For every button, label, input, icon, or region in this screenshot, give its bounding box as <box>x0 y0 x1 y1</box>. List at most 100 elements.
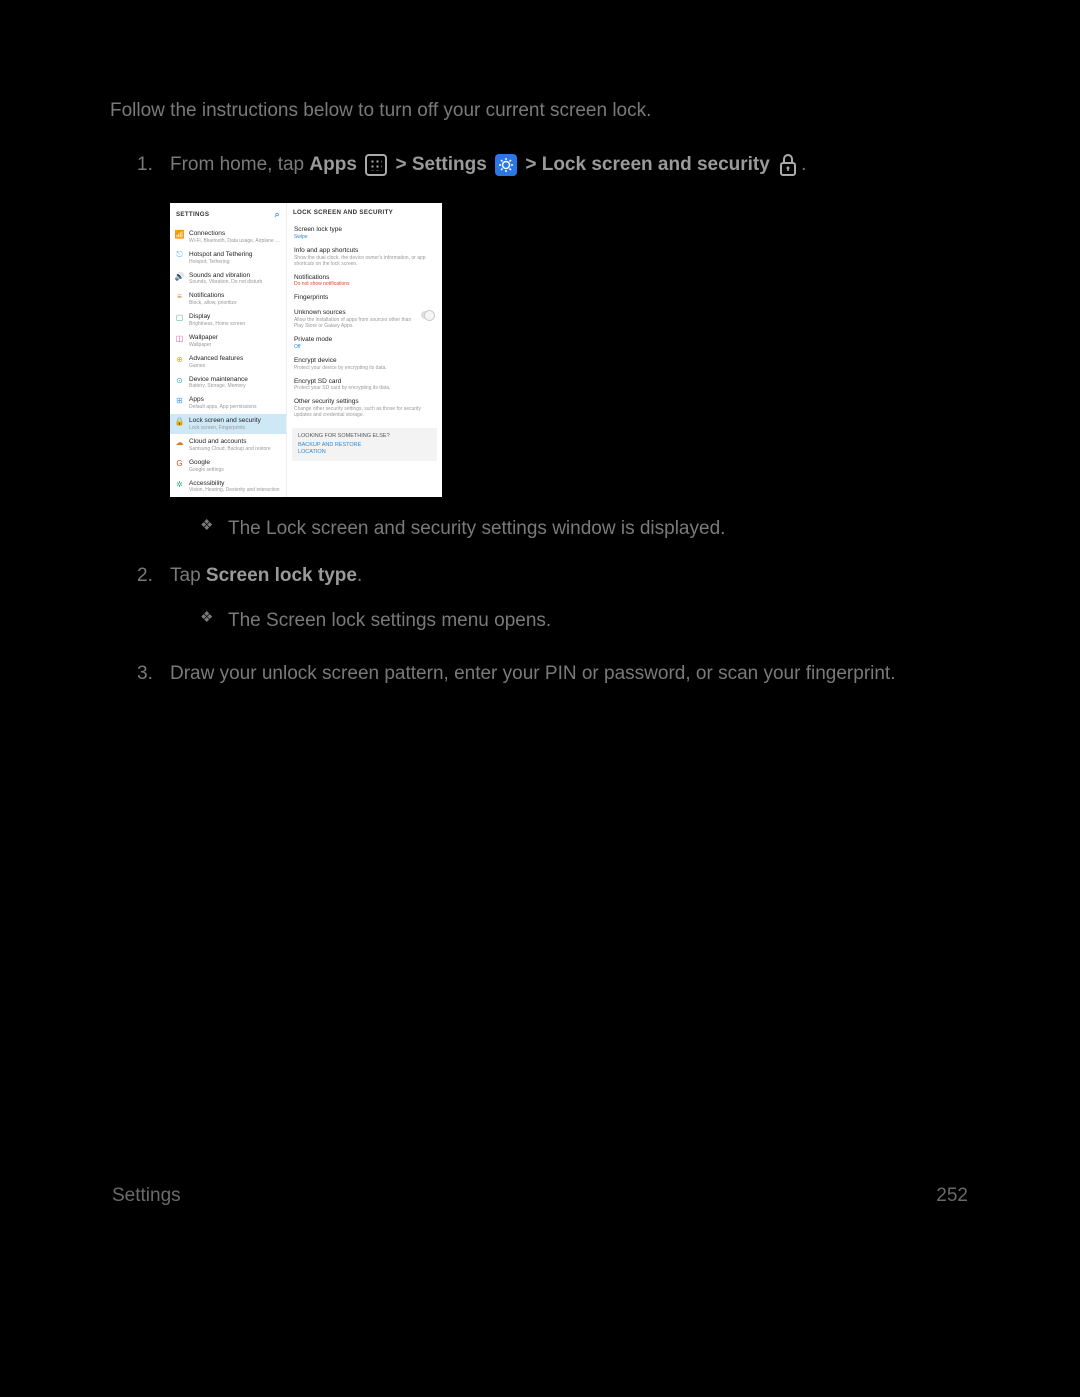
settings-item-sub: Wallpaper <box>189 342 281 348</box>
settings-item-sub: Games <box>189 363 281 369</box>
settings-item-icon: ▢ <box>175 313 184 322</box>
settings-item-icon: ≡ <box>175 292 184 301</box>
settings-item-sub: Wi-Fi, Bluetooth, Data usage, Airplane m… <box>189 238 281 244</box>
lock-icon <box>778 153 798 177</box>
settings-item-title: Notifications <box>189 292 281 300</box>
step1-gt2: > <box>525 154 541 175</box>
bullet-2: The Screen lock settings menu opens. <box>200 607 960 636</box>
settings-header-label: SETTINGS <box>176 211 209 218</box>
settings-item-icon: ⎋ <box>175 251 184 260</box>
page-footer: Settings 252 <box>112 1185 968 1207</box>
security-item: Screen lock typeSwipe <box>287 222 442 243</box>
security-item: Unknown sourcesAllow the installation of… <box>287 306 442 333</box>
security-item-title: Encrypt device <box>294 357 435 365</box>
settings-item-text: Wallpaper Wallpaper <box>189 334 281 348</box>
step2-result: The Screen lock settings menu opens. <box>200 607 960 636</box>
security-item-title: Other security settings <box>294 398 435 406</box>
footer-page-number: 252 <box>936 1185 968 1207</box>
settings-item-icon: ⊙ <box>175 376 184 385</box>
location-link: LOCATION <box>298 449 431 455</box>
page-content: Follow the instructions below to turn of… <box>0 100 960 689</box>
search-icon: ⌕ <box>275 209 280 220</box>
settings-item-title: Wallpaper <box>189 334 281 342</box>
right-header-label: LOCK SCREEN AND SECURITY <box>293 209 393 216</box>
step1-lock: Lock screen and security <box>542 154 770 175</box>
settings-item-sub: Lock screen, Fingerprints <box>189 425 281 431</box>
settings-item-sub: Samsung Cloud, Backup and restore <box>189 446 281 452</box>
settings-item-title: Connections <box>189 230 281 238</box>
settings-item-title: Display <box>189 313 281 321</box>
security-item-title: Info and app shortcuts <box>294 247 435 255</box>
settings-item-text: Sounds and vibration Sounds, Vibration, … <box>189 272 281 286</box>
security-item: Info and app shortcutsShow the dual cloc… <box>287 243 442 270</box>
security-item: Private modeOff <box>287 332 442 353</box>
settings-item-text: Notifications Block, allow, prioritize <box>189 292 281 306</box>
settings-item-icon: ✲ <box>175 480 184 489</box>
settings-item-title: Hotspot and Tethering <box>189 251 281 259</box>
backup-restore-link: BACKUP AND RESTORE <box>298 442 431 448</box>
apps-icon <box>365 154 387 176</box>
settings-item-sub: Default apps, App permissions <box>189 404 281 410</box>
settings-item-title: Sounds and vibration <box>189 272 281 280</box>
settings-item-title: Accessibility <box>189 480 281 488</box>
security-item-title: Encrypt SD card <box>294 378 435 386</box>
settings-item-icon: ⊕ <box>175 355 184 364</box>
bullet-1: The Lock screen and security settings wi… <box>200 515 960 544</box>
security-item: Encrypt SD cardProtect your SD card by e… <box>287 374 442 395</box>
settings-item: 📶 Connections Wi-Fi, Bluetooth, Data usa… <box>170 226 286 247</box>
step1-apps: Apps <box>309 154 357 175</box>
settings-item-text: Device maintenance Battery, Storage, Mem… <box>189 376 281 390</box>
settings-item: 🔊 Sounds and vibration Sounds, Vibration… <box>170 268 286 289</box>
settings-item: ⊞ Apps Default apps, App permissions <box>170 393 286 414</box>
security-item-title: Private mode <box>294 336 435 344</box>
settings-item-icon: 🔊 <box>175 272 184 281</box>
settings-screenshot: SETTINGS ⌕ 📶 Connections Wi-Fi, Bluetoot… <box>170 203 442 496</box>
security-item-sub: Show the dual clock, the device owner's … <box>294 255 435 267</box>
step-2: Tap Screen lock type. The Screen lock se… <box>115 561 960 635</box>
settings-item: G Google Google settings <box>170 455 286 476</box>
settings-item-icon: 📶 <box>175 230 184 239</box>
settings-item-icon: ⊞ <box>175 396 184 405</box>
settings-item-text: Advanced features Games <box>189 355 281 369</box>
step2-post: . <box>357 565 362 586</box>
settings-item-title: Apps <box>189 396 281 404</box>
step2-pre: Tap <box>170 565 206 586</box>
settings-item-sub: Block, allow, prioritize <box>189 300 281 306</box>
settings-item-sub: Sounds, Vibration, Do not disturb <box>189 279 281 285</box>
settings-item-title: Device maintenance <box>189 376 281 384</box>
security-item: Fingerprints <box>287 291 442 306</box>
step1-pre: From home, tap <box>170 154 309 175</box>
settings-item-text: Lock screen and security Lock screen, Fi… <box>189 417 281 431</box>
settings-icon <box>495 154 517 176</box>
settings-item-title: Lock screen and security <box>189 417 281 425</box>
step1-settings: Settings <box>412 154 487 175</box>
settings-item-title: Google <box>189 459 281 467</box>
settings-right-pane: LOCK SCREEN AND SECURITY Screen lock typ… <box>287 203 442 496</box>
security-item-title: Unknown sources <box>294 309 435 317</box>
settings-right-header: LOCK SCREEN AND SECURITY <box>287 203 442 222</box>
settings-item: ⎋ Hotspot and Tethering Hotspot, Tetheri… <box>170 247 286 268</box>
settings-item-sub: Vision, Hearing, Dexterity and interacti… <box>189 487 281 493</box>
settings-item-text: Connections Wi-Fi, Bluetooth, Data usage… <box>189 230 281 244</box>
settings-left-pane: SETTINGS ⌕ 📶 Connections Wi-Fi, Bluetoot… <box>170 203 287 496</box>
step1-result: The Lock screen and security settings wi… <box>200 515 960 544</box>
settings-item-icon: 🔒 <box>175 417 184 426</box>
settings-item: ✲ Accessibility Vision, Hearing, Dexteri… <box>170 476 286 497</box>
steps-list-2: Tap Screen lock type. The Screen lock se… <box>115 561 960 688</box>
settings-item-text: Google Google settings <box>189 459 281 473</box>
settings-item-icon: ◫ <box>175 334 184 343</box>
settings-item-sub: Google settings <box>189 467 281 473</box>
security-item: Other security settingsChange other secu… <box>287 395 442 422</box>
intro-text: Follow the instructions below to turn of… <box>110 100 960 122</box>
footer-section: Settings <box>112 1185 181 1207</box>
settings-item-title: Cloud and accounts <box>189 438 281 446</box>
settings-item: ☁ Cloud and accounts Samsung Cloud, Back… <box>170 434 286 455</box>
settings-item: ⊕ Advanced features Games <box>170 351 286 372</box>
settings-item: 🔒 Lock screen and security Lock screen, … <box>170 414 286 435</box>
settings-item-icon: ☁ <box>175 438 184 447</box>
security-item-sub: Swipe <box>294 234 435 240</box>
settings-item-text: Apps Default apps, App permissions <box>189 396 281 410</box>
settings-item-text: Accessibility Vision, Hearing, Dexterity… <box>189 480 281 494</box>
security-item: NotificationsDo not show notifications <box>287 270 442 291</box>
security-item-title: Fingerprints <box>294 294 435 302</box>
